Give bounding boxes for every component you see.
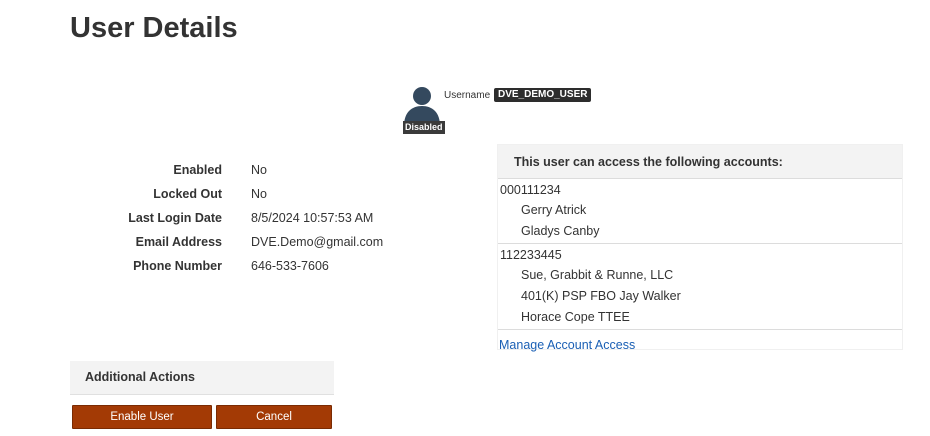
detail-label: Email Address — [135, 235, 222, 249]
detail-value: DVE.Demo@gmail.com — [251, 235, 384, 249]
user-profile-header: Disabled Username DVE_DEMO_USER — [402, 86, 602, 138]
user-silhouette-icon — [402, 86, 442, 126]
detail-value: 646-533-7606 — [251, 259, 329, 273]
detail-label: Phone Number — [133, 259, 222, 273]
detail-row-locked-out: Locked Out No — [70, 182, 450, 206]
detail-label: Enabled — [173, 163, 222, 177]
detail-row-last-login: Last Login Date 8/5/2024 10:57:53 AM — [70, 206, 450, 230]
detail-value: No — [251, 163, 267, 177]
manage-account-access-link[interactable]: Manage Account Access — [499, 338, 902, 352]
detail-row-email: Email Address DVE.Demo@gmail.com — [70, 230, 450, 254]
accounts-panel: This user can access the following accou… — [497, 144, 903, 352]
account-holder: Horace Cope TTEE — [521, 310, 630, 324]
detail-label: Last Login Date — [128, 211, 222, 225]
additional-actions-header: Additional Actions — [70, 361, 334, 395]
accounts-header: This user can access the following accou… — [498, 145, 902, 179]
detail-row-phone: Phone Number 646-533-7606 — [70, 254, 450, 278]
account-group: 112233445 Sue, Grabbit & Runne, LLC 401(… — [498, 244, 902, 330]
cancel-button[interactable]: Cancel — [216, 405, 332, 429]
page-title: User Details — [70, 12, 238, 44]
account-holder: 401(K) PSP FBO Jay Walker — [521, 289, 681, 303]
status-badge: Disabled — [403, 121, 445, 134]
avatar: Disabled — [402, 86, 445, 134]
account-number: 000111234 — [500, 183, 561, 197]
account-holder: Sue, Grabbit & Runne, LLC — [521, 268, 674, 282]
account-group: 000111234 Gerry Atrick Gladys Canby — [498, 179, 902, 244]
detail-row-enabled: Enabled No — [70, 158, 450, 182]
username-value: DVE_DEMO_USER — [494, 88, 592, 102]
user-details-list: Enabled No Locked Out No Last Login Date… — [70, 158, 450, 278]
account-holder: Gladys Canby — [521, 224, 600, 238]
detail-value: 8/5/2024 10:57:53 AM — [251, 211, 374, 225]
additional-actions-title: Additional Actions — [85, 370, 195, 384]
account-number: 112233445 — [500, 248, 562, 262]
detail-value: No — [251, 187, 267, 201]
detail-label: Locked Out — [153, 187, 222, 201]
enable-user-button[interactable]: Enable User — [72, 405, 212, 429]
username-label: Username — [444, 90, 491, 101]
account-holder: Gerry Atrick — [521, 203, 587, 217]
